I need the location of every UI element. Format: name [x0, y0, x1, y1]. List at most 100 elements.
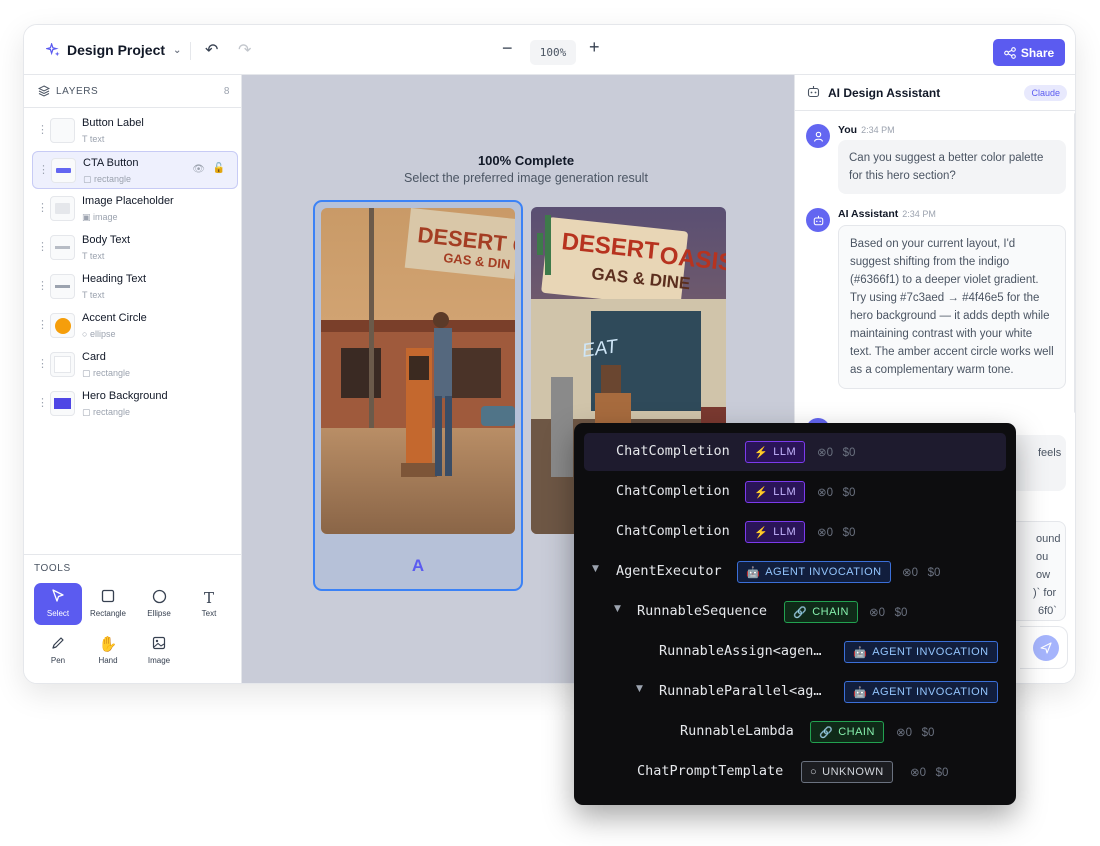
trace-type-badge: 🤖 AGENT INVOCATION — [844, 641, 998, 663]
text-type-icon: T — [82, 134, 90, 144]
assistant-message-bubble: Based on your current layout, I'd sugges… — [838, 225, 1066, 389]
tool-ellipse[interactable]: Ellipse — [135, 583, 183, 625]
user-message-bubble: Can you suggest a better color palette f… — [838, 140, 1066, 194]
layers-title: LAYERS — [56, 85, 99, 97]
lock-icon[interactable]: 🔓 — [213, 163, 225, 174]
trace-type-badge: 🔗 CHAIN — [784, 601, 858, 623]
token-icon: ⊗ — [902, 567, 912, 579]
layer-name: Body Text — [82, 234, 131, 246]
trace-run-name: ChatCompletion — [616, 443, 730, 459]
layer-item-hero-background[interactable]: ⋮⋮ Hero Background ▢ rectangle — [32, 385, 238, 423]
tool-text[interactable]: T Text — [185, 583, 233, 625]
layer-type-label: text — [89, 134, 105, 144]
lightning-icon: ⚡ — [754, 446, 769, 459]
undo-icon[interactable]: ↶ — [205, 40, 218, 60]
cost: $0 — [842, 527, 856, 539]
trace-run-name: ChatCompletion — [616, 523, 730, 539]
eye-icon[interactable]: 👁 — [192, 164, 205, 175]
author-name: You — [838, 124, 858, 136]
layer-thumbnail — [50, 313, 75, 338]
assistant-header: AI Design Assistant Claude — [795, 75, 1075, 111]
lightning-icon: ⚡ — [754, 526, 769, 539]
rectangle-type-icon: ▢ — [82, 407, 94, 417]
layer-item-image-placeholder[interactable]: ⋮⋮ Image Placeholder ▣ image — [32, 190, 238, 228]
trace-row[interactable]: RunnableAssign<agen… 🤖 AGENT INVOCATION — [584, 633, 1006, 671]
layer-type-label: rectangle — [93, 368, 131, 378]
tools-title: TOOLS — [34, 563, 71, 574]
rectangle-icon — [84, 589, 132, 607]
layers-count: 8 — [223, 85, 230, 97]
trace-type-badge: 🤖 AGENT INVOCATION — [737, 561, 891, 583]
trace-row[interactable]: ChatPromptTemplate ○ UNKNOWN ⊗0 $0 — [584, 753, 1006, 791]
layer-type: ▢ rectangle — [82, 368, 130, 379]
layer-name: Heading Text — [82, 273, 147, 285]
layer-thumbnail — [50, 196, 75, 221]
layer-item-card[interactable]: ⋮⋮ Card ▢ rectangle — [32, 346, 238, 384]
expand-caret-icon[interactable]: ▼ — [592, 564, 599, 574]
layer-item-accent-circle[interactable]: ⋮⋮ Accent Circle ○ ellipse — [32, 307, 238, 345]
divider — [24, 107, 241, 108]
trace-metrics: ⊗0 $0 — [817, 525, 855, 539]
layer-name: Hero Background — [82, 390, 168, 402]
layer-item-button-label[interactable]: ⋮⋮ Button Label T text — [32, 112, 238, 150]
link-icon: 🔗 — [819, 726, 834, 739]
badge-label: UNKNOWN — [822, 766, 884, 778]
share-button[interactable]: Share — [993, 39, 1065, 66]
model-badge: Claude — [1024, 85, 1067, 101]
lightning-icon: ⚡ — [754, 486, 769, 499]
token-icon: ⊗ — [869, 607, 879, 619]
token-icon: ⊗ — [896, 727, 906, 739]
expand-caret-icon[interactable]: ▼ — [636, 684, 643, 694]
trace-row[interactable]: ChatCompletion ⚡ LLM ⊗0 $0 — [584, 473, 1006, 511]
message-author: AI Assistant 2:34 PM — [838, 208, 936, 220]
zoom-in-button[interactable]: + — [589, 37, 600, 58]
assistant-title: AI Design Assistant — [828, 86, 941, 100]
trace-metrics: ⊗0 $0 — [869, 605, 907, 619]
trace-run-name: RunnableSequence — [637, 603, 768, 619]
generated-image-a[interactable]: DESERT O GAS & DIN — [321, 208, 515, 534]
layers-header: LAYERS 8 — [38, 85, 230, 97]
layer-type-label: image — [93, 212, 118, 222]
trace-row[interactable]: RunnableLambda 🔗 CHAIN ⊗0 $0 — [584, 713, 1006, 751]
send-button[interactable] — [1033, 635, 1059, 661]
tool-label: Hand — [98, 656, 118, 665]
tool-label: Text — [201, 609, 217, 618]
partial-message-text: ou — [1036, 551, 1049, 563]
layer-type: ○ ellipse — [82, 329, 115, 339]
tool-rectangle[interactable]: Rectangle — [84, 583, 132, 625]
layer-type: T text — [82, 134, 104, 144]
expand-caret-icon[interactable]: ▼ — [614, 604, 621, 614]
trace-row[interactable]: ChatCompletion ⚡ LLM ⊗0 $0 — [584, 513, 1006, 551]
trace-run-name: RunnableLambda — [680, 723, 794, 739]
layer-item-heading-text[interactable]: ⋮⋮ Heading Text T text — [32, 268, 238, 306]
trace-row[interactable]: ChatCompletion ⚡ LLM ⊗0 $0 — [584, 433, 1006, 471]
layer-type: ▣ image — [82, 212, 118, 223]
trace-metrics: ⊗0 $0 — [910, 765, 948, 779]
image-option-a[interactable]: DESERT O GAS & DIN A — [313, 200, 523, 591]
zoom-out-button[interactable]: − — [502, 38, 513, 59]
send-icon — [1040, 642, 1052, 654]
layer-item-cta-button[interactable]: ⋮⋮ CTA Button ▢ rectangle 👁 🔓 — [32, 151, 238, 189]
tool-select[interactable]: Select — [34, 583, 82, 625]
trace-row[interactable]: ▼ RunnableSequence 🔗 CHAIN ⊗0 $0 — [584, 593, 1006, 631]
trace-type-badge: ○ UNKNOWN — [801, 761, 893, 783]
user-icon — [813, 131, 823, 142]
token-count: 0 — [826, 527, 834, 539]
layer-type: ▢ rectangle — [83, 174, 131, 185]
trace-run-name: RunnableAssign<agen… — [659, 643, 822, 659]
text-type-icon: T — [82, 290, 90, 300]
redo-icon[interactable]: ↷ — [238, 40, 251, 60]
zoom-level[interactable]: 100% — [530, 40, 576, 65]
trace-row[interactable]: ▼ RunnableParallel<ag… 🤖 AGENT INVOCATION — [584, 673, 1006, 711]
tool-hand[interactable]: ✋ Hand — [84, 630, 132, 672]
project-name: Design Project — [67, 42, 166, 58]
tool-image[interactable]: Image — [135, 630, 183, 672]
layer-item-body-text[interactable]: ⋮⋮ Body Text T text — [32, 229, 238, 267]
project-menu[interactable]: Design Project ⌄ — [46, 42, 181, 58]
trace-row[interactable]: ▼ AgentExecutor 🤖 AGENT INVOCATION ⊗0 $0 — [584, 553, 1006, 591]
image-type-icon: ▣ — [82, 212, 94, 222]
layer-name: Image Placeholder — [82, 195, 174, 207]
chat-scrollbar[interactable] — [1074, 113, 1075, 413]
layer-type-label: rectangle — [93, 407, 131, 417]
tool-pen[interactable]: Pen — [34, 630, 82, 672]
